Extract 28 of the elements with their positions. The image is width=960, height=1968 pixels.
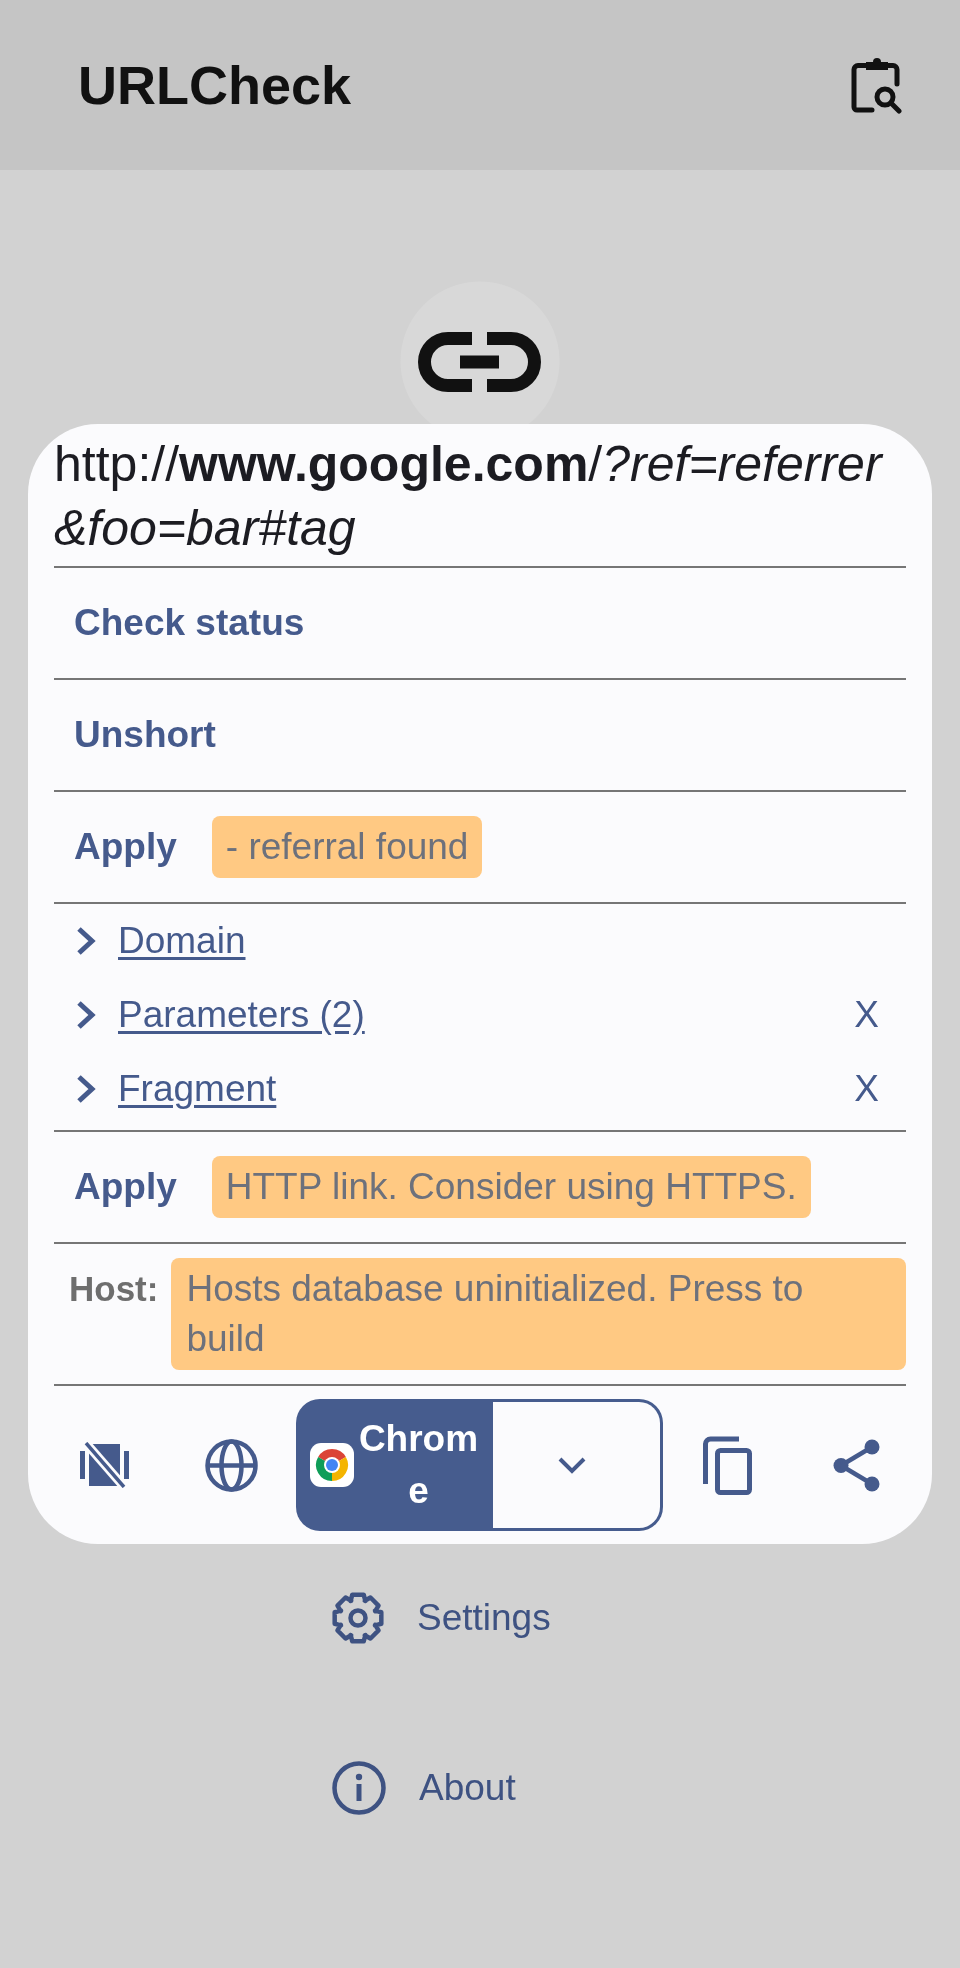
part-link[interactable]: Domain: [118, 919, 246, 963]
apply-button[interactable]: Apply: [54, 1137, 192, 1237]
browser-logo-icon: [310, 1443, 354, 1487]
part-link[interactable]: Fragment: [118, 1067, 277, 1111]
open-browser-button[interactable]: Chrome: [296, 1399, 493, 1531]
share-icon[interactable]: [832, 1438, 881, 1492]
remove-button[interactable]: X: [854, 993, 879, 1037]
apply-button[interactable]: Apply: [54, 797, 192, 897]
action-button[interactable]: Unshort: [54, 685, 236, 785]
host-label: Host:: [69, 1268, 159, 1310]
app-title: URLCheck: [78, 54, 352, 117]
globe-icon[interactable]: [205, 1438, 258, 1492]
chevron-down-icon: [556, 1456, 587, 1474]
remove-button[interactable]: X: [854, 1067, 879, 1111]
info-icon: [332, 1761, 386, 1815]
copy-icon[interactable]: [701, 1435, 752, 1495]
message-badge: - referral found: [211, 816, 483, 878]
link-icon: [418, 332, 542, 392]
slashed-box-icon[interactable]: [80, 1442, 129, 1488]
action-button[interactable]: Check status: [54, 573, 325, 673]
message-badge: HTTP link. Consider using HTTPS.: [211, 1156, 811, 1218]
dropdown-button[interactable]: [493, 1399, 663, 1531]
menu-item[interactable]: About: [320, 1738, 528, 1838]
part-link[interactable]: Parameters (2): [118, 993, 365, 1037]
url-text: http://www.google.com/?ref=referrer&foo=bar#tag: [54, 435, 885, 558]
clipboard-search-icon[interactable]: [851, 56, 903, 114]
menu-item[interactable]: Settings: [320, 1568, 563, 1668]
settings-icon: [332, 1591, 384, 1645]
